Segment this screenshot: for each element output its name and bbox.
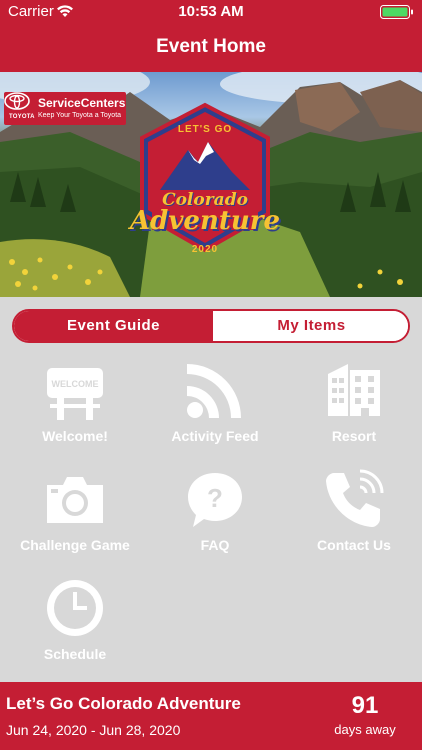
- tile-label: Challenge Game: [20, 537, 130, 553]
- service-centers-tagline: Keep Your Toyota a Toyota: [38, 112, 122, 119]
- logo-year-text: 2020: [191, 244, 219, 255]
- tile-label: Schedule: [43, 646, 107, 662]
- toyota-logo-icon: [4, 92, 30, 110]
- tile-schedule[interactable]: Schedule: [5, 578, 145, 678]
- status-bar: Carrier 10:53 AM: [0, 0, 422, 24]
- welcome-sign-text: WELCOME: [52, 379, 99, 389]
- segmented-control: Event Guide My Items: [12, 309, 410, 343]
- days-away-label: days away: [334, 722, 396, 737]
- toyota-wordmark: TOYOTA: [9, 114, 35, 120]
- days-away-count: 91: [351, 692, 379, 719]
- logo-top-text: LET'S GO: [177, 124, 233, 135]
- tile-resort[interactable]: Resort: [284, 360, 422, 460]
- event-dates: Jun 24, 2020 - Jun 28, 2020: [6, 722, 181, 738]
- event-name: Let’s Go Colorado Adventure: [6, 694, 241, 713]
- tile-contact-us[interactable]: Contact Us: [284, 469, 422, 569]
- tile-label: Contact Us: [317, 537, 391, 553]
- tab-event-guide[interactable]: Event Guide: [14, 311, 213, 341]
- camera-icon: [47, 477, 103, 523]
- service-centers-badge: TOYOTA ServiceCenters Keep Your Toyota a…: [4, 92, 126, 125]
- clock-icon: [47, 580, 103, 636]
- question-glyph: ?: [207, 483, 223, 513]
- question-bubble-icon: ?: [188, 473, 242, 527]
- event-footer[interactable]: Let’s Go Colorado Adventure Jun 24, 2020…: [0, 682, 422, 750]
- tile-welcome[interactable]: WELCOME Welcome!: [5, 360, 145, 460]
- top-bar: Carrier 10:53 AM Event Home: [0, 0, 422, 72]
- building-icon: [328, 364, 380, 416]
- tile-label: Activity Feed: [171, 428, 259, 444]
- service-centers-title: ServiceCenters: [38, 96, 126, 110]
- tab-my-items[interactable]: My Items: [213, 311, 408, 341]
- phone-icon: [326, 469, 384, 527]
- tile-label: Welcome!: [42, 428, 108, 444]
- tile-label: Resort: [331, 428, 377, 444]
- logo-adventure-text: Adventure: [129, 206, 281, 236]
- page-title: Event Home: [156, 36, 266, 57]
- welcome-sign-icon: WELCOME: [47, 368, 103, 420]
- hero-banner: TOYOTA ServiceCenters Keep Your Toyota a…: [0, 72, 422, 297]
- tile-activity-feed[interactable]: Activity Feed: [145, 360, 285, 460]
- tile-challenge-game[interactable]: Challenge Game: [5, 469, 145, 569]
- tile-label: FAQ: [200, 537, 230, 553]
- tile-faq[interactable]: ? FAQ: [145, 469, 285, 569]
- battery-icon: [380, 5, 413, 19]
- clock: 10:53 AM: [178, 3, 244, 20]
- rss-feed-icon: [187, 364, 241, 418]
